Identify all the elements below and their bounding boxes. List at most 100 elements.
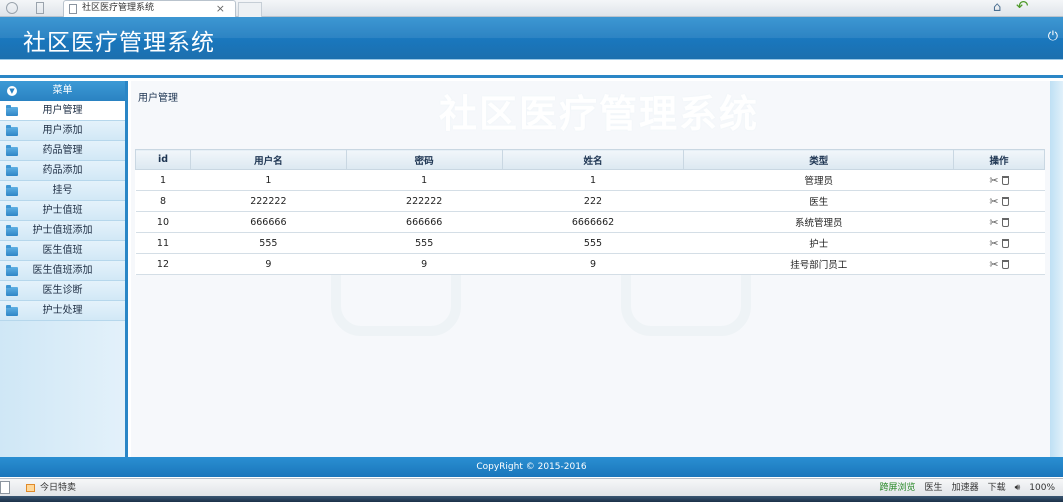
cell-name: 9 (502, 253, 684, 275)
delete-icon[interactable] (1001, 175, 1009, 185)
cell-password: 222222 (346, 190, 503, 212)
sidebar-item-nurse-duty-add[interactable]: 护士值班添加 (0, 221, 125, 241)
table-row[interactable]: 10 666666 666666 6666662 系统管理员 ✂ (135, 211, 1045, 233)
folder-icon (6, 165, 18, 176)
column-header-actions[interactable]: 操作 (953, 149, 1045, 170)
download-tool[interactable]: 下载 (988, 479, 1006, 497)
sidebar-item-user-management[interactable]: 用户管理 (0, 101, 125, 121)
back-arrow-icon[interactable]: ↶ (1016, 0, 1029, 14)
sidebar-item-label: 医生值班 (42, 245, 83, 256)
new-tab-button[interactable] (238, 2, 262, 17)
folder-icon (6, 305, 18, 316)
cell-name: 6666662 (502, 211, 684, 233)
column-header-id[interactable]: id (135, 149, 191, 170)
close-tab-icon[interactable]: × (216, 1, 225, 16)
table-row[interactable]: 11 555 555 555 护士 ✂ (135, 232, 1045, 254)
folder-icon (6, 125, 18, 136)
browser-refresh-icon[interactable] (6, 2, 18, 14)
sidebar-toggle-icon[interactable] (0, 481, 10, 494)
sidebar-item-registration[interactable]: 挂号 (0, 181, 125, 201)
cell-password: 666666 (346, 211, 503, 233)
copyright-text: CopyRight © 2015-2016 (476, 462, 587, 472)
edit-icon[interactable]: ✂ (989, 216, 998, 229)
table-row[interactable]: 8 222222 222222 222 医生 ✂ (135, 190, 1045, 212)
delete-icon[interactable] (1001, 238, 1009, 248)
cell-id: 12 (135, 253, 191, 275)
sidebar-item-label: 用户管理 (42, 105, 83, 116)
home-icon[interactable]: ⌂ (993, 0, 1001, 16)
zoom-level[interactable]: 100% (1029, 479, 1055, 497)
cell-password: 555 (346, 232, 503, 254)
page-icon (69, 4, 77, 14)
edit-icon[interactable]: ✂ (989, 258, 998, 271)
browser-status-bar: 今日特卖 跨屏浏览 医生 加速器 下载 🔊︎ 100% (0, 478, 1063, 496)
cell-name: 555 (502, 232, 684, 254)
delete-icon[interactable] (1001, 259, 1009, 269)
column-header-name[interactable]: 姓名 (501, 149, 685, 170)
sidebar-item-drug-add[interactable]: 药品添加 (0, 161, 125, 181)
sidebar-item-doctor-duty-add[interactable]: 医生值班添加 (0, 261, 125, 281)
cell-type: 护士 (683, 232, 954, 254)
edit-icon[interactable]: ✂ (989, 174, 998, 187)
sidebar-item-nurse-handling[interactable]: 护士处理 (0, 301, 125, 321)
sidebar-item-label: 护士值班 (42, 205, 83, 216)
cell-actions: ✂ (953, 190, 1045, 212)
gift-icon (26, 484, 35, 492)
column-header-username[interactable]: 用户名 (189, 149, 347, 170)
table-header-row: id 用户名 密码 姓名 类型 操作 (135, 149, 1045, 170)
sound-icon[interactable]: 🔊︎ (1015, 479, 1021, 497)
cross-screen-browse[interactable]: 跨屏浏览 (880, 479, 916, 497)
sidebar-item-label: 挂号 (52, 185, 73, 196)
cell-type: 系统管理员 (683, 211, 954, 233)
sidebar-item-label: 护士值班添加 (32, 225, 93, 236)
column-header-password[interactable]: 密码 (345, 149, 503, 170)
sidebar-item-doctor-duty[interactable]: 医生值班 (0, 241, 125, 261)
browser-tab-title: 社区医疗管理系统 (82, 3, 155, 13)
sidebar: ▼ 菜单 用户管理 用户添加 药品管理 药品添加 挂号 护士值班 护士值班添加 … (0, 81, 128, 457)
menu-header[interactable]: ▼ 菜单 (0, 81, 125, 101)
cell-id: 1 (135, 169, 191, 191)
column-header-type[interactable]: 类型 (683, 149, 955, 170)
power-icon[interactable]: ⏻ (1048, 29, 1058, 44)
sidebar-item-drug-management[interactable]: 药品管理 (0, 141, 125, 161)
delete-icon[interactable] (1001, 217, 1009, 227)
cell-id: 8 (135, 190, 191, 212)
edit-icon[interactable]: ✂ (989, 237, 998, 250)
collapse-icon[interactable]: ▼ (7, 86, 17, 96)
breadcrumb: 用户管理 (138, 93, 178, 104)
user-table: id 用户名 密码 姓名 类型 操作 1 1 1 1 管理员 ✂ 8 22222… (135, 149, 1045, 275)
browser-tab[interactable]: 社区医疗管理系统 × (63, 0, 236, 17)
sidebar-item-nurse-duty[interactable]: 护士值班 (0, 201, 125, 221)
cell-actions: ✂ (953, 232, 1045, 254)
doctor-tool[interactable]: 医生 (925, 479, 943, 497)
cell-password: 9 (346, 253, 503, 275)
edit-icon[interactable]: ✂ (989, 195, 998, 208)
status-tools: 跨屏浏览 医生 加速器 下载 🔊︎ 100% (880, 479, 1063, 497)
sidebar-item-label: 护士处理 (42, 305, 83, 316)
sidebar-item-user-add[interactable]: 用户添加 (0, 121, 125, 141)
watermark-title: 社区医疗管理系统 (439, 92, 760, 136)
cell-actions: ✂ (953, 253, 1045, 275)
today-deals-link[interactable]: 今日特卖 (40, 479, 76, 497)
cell-username: 9 (190, 253, 347, 275)
cell-name: 222 (502, 190, 684, 212)
folder-icon (6, 225, 18, 236)
browser-tab-bar: 社区医疗管理系统 × ⌂ ↶ (0, 0, 1063, 17)
sidebar-item-doctor-diagnosis[interactable]: 医生诊断 (0, 281, 125, 301)
cell-actions: ✂ (953, 169, 1045, 191)
main-content: 社区医疗管理系统 用户管理 id 用户名 密码 姓名 类型 操作 1 1 1 1… (131, 81, 1050, 457)
accelerator-tool[interactable]: 加速器 (952, 479, 979, 497)
footer: CopyRight © 2015-2016 (0, 457, 1063, 477)
cell-password: 1 (346, 169, 503, 191)
browser-bookmark-icon[interactable] (36, 2, 44, 14)
cell-username: 666666 (190, 211, 347, 233)
sidebar-item-label: 药品添加 (42, 165, 83, 176)
table-row[interactable]: 12 9 9 9 挂号部门员工 ✂ (135, 253, 1045, 275)
menu-title: 菜单 (52, 85, 73, 96)
table-row[interactable]: 1 1 1 1 管理员 ✂ (135, 169, 1045, 191)
sidebar-item-label: 医生值班添加 (32, 265, 93, 276)
app-header: 社区医疗管理系统 ⏻ (0, 17, 1063, 59)
folder-icon (6, 265, 18, 276)
delete-icon[interactable] (1001, 196, 1009, 206)
folder-icon (6, 185, 18, 196)
